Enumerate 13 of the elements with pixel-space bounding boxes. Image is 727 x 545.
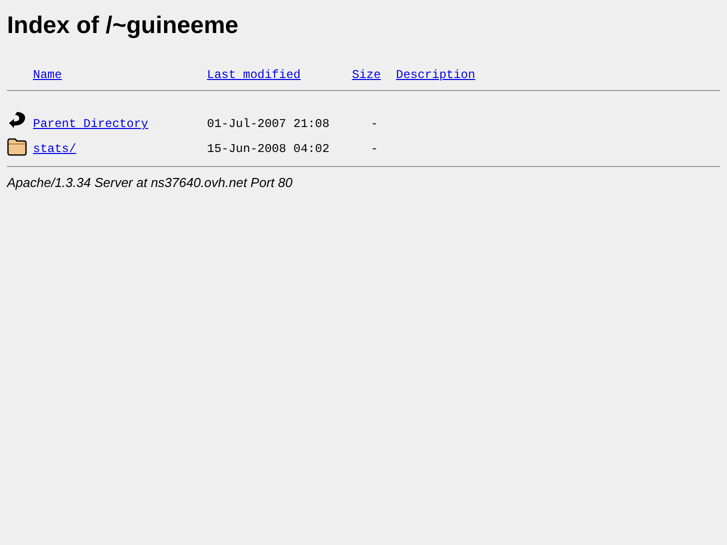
- file-link[interactable]: stats/: [33, 142, 207, 156]
- file-size: -: [370, 117, 378, 131]
- modified-date: 15-Jun-2008 04:02: [207, 142, 330, 156]
- file-size: -: [370, 142, 378, 156]
- server-signature: Apache/1.3.34 Server at ns37640.ovh.net Port 80: [7, 175, 294, 190]
- column-header-link[interactable]: Last modified: [207, 68, 352, 82]
- column-header-link[interactable]: Description: [396, 68, 476, 82]
- page-title: Index of /~guineeme: [7, 12, 240, 40]
- column-header-link[interactable]: Name: [33, 68, 207, 82]
- file-link[interactable]: Parent Directory: [33, 117, 207, 131]
- column-header-link[interactable]: Size: [352, 68, 382, 82]
- folder-icon: [7, 138, 27, 156]
- modified-date: 01-Jul-2007 21:08: [207, 117, 330, 131]
